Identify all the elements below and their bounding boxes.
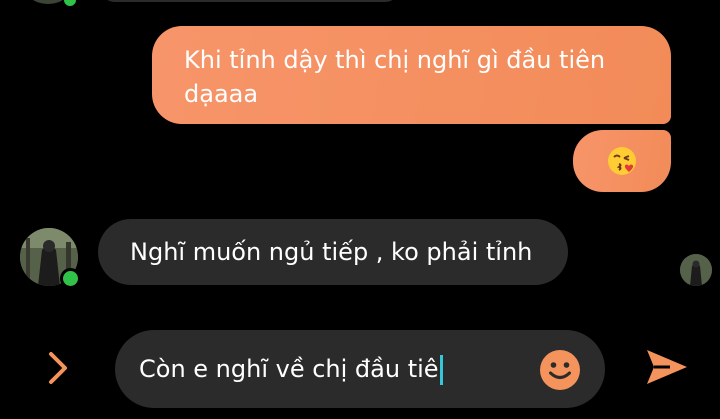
emoji-button[interactable] — [539, 349, 581, 391]
send-icon — [647, 350, 687, 384]
message-text: Nghĩ muốn ngủ tiếp , ko phải tỉnh — [130, 238, 533, 266]
expand-actions-button[interactable] — [40, 348, 76, 388]
incoming-message-bubble[interactable]: Nghĩ muốn ngủ tiếp , ko phải tỉnh — [98, 219, 568, 285]
previous-online-indicator — [62, 0, 78, 8]
send-button[interactable] — [644, 344, 690, 390]
outgoing-emoji-message[interactable] — [573, 130, 671, 192]
text-caret — [439, 355, 443, 385]
message-input[interactable]: Còn e nghĩ về chị đầu tiê — [115, 330, 605, 408]
online-indicator — [60, 268, 81, 289]
previous-message-bubble — [100, 0, 400, 2]
seen-receipt-avatar — [680, 254, 712, 286]
chevron-right-icon — [49, 352, 67, 384]
message-text: Khi tỉnh dậy thì chị nghĩ gì đầu tiên dạ… — [184, 46, 606, 108]
smiley-icon — [540, 350, 580, 390]
face-blowing-kiss-icon — [608, 147, 636, 175]
seen-receipt-photo — [680, 254, 712, 286]
message-input-value[interactable]: Còn e nghĩ về chị đầu tiê — [139, 330, 443, 408]
outgoing-message-bubble[interactable]: Khi tỉnh dậy thì chị nghĩ gì đầu tiên dạ… — [152, 26, 671, 124]
